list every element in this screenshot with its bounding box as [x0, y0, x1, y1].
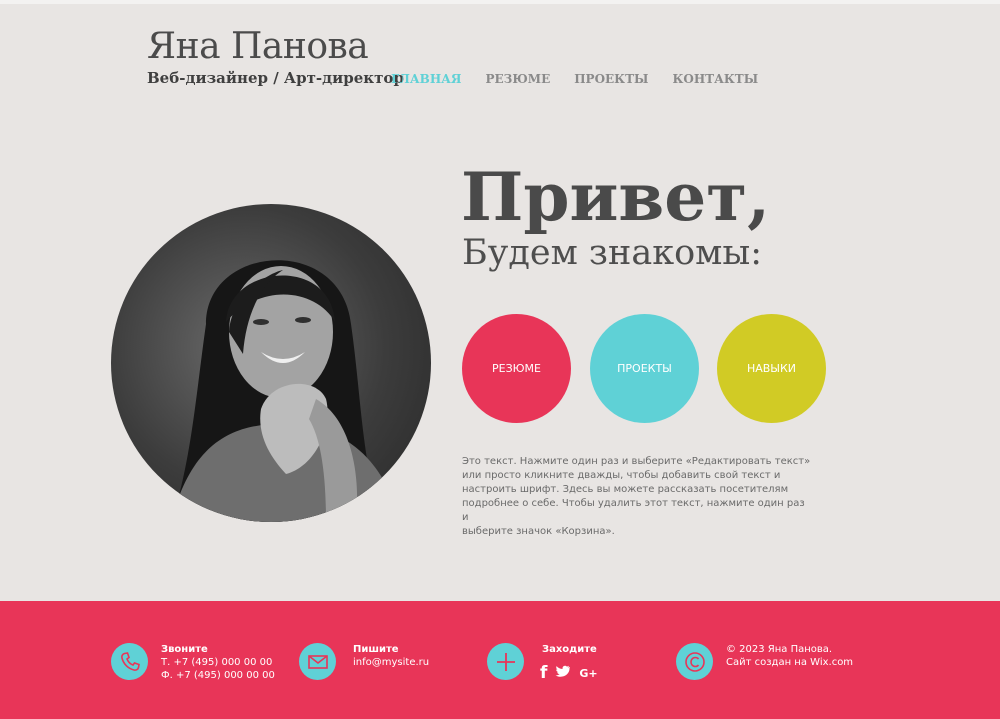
about-text: Это текст. Нажмите один раз и выберите «… — [462, 455, 812, 539]
copyright-icon — [676, 643, 713, 680]
skills-circle-button[interactable]: НАВЫКИ — [717, 314, 826, 423]
fax-number: Ф. +7 (495) 000 00 00 — [161, 670, 275, 681]
nav-item-home[interactable]: ГЛАВНАЯ — [391, 72, 462, 86]
about-line: Это текст. Нажмите один раз и выберите «… — [462, 456, 811, 467]
mail-icon[interactable] — [299, 643, 336, 680]
portrait-photo — [111, 204, 431, 522]
top-strip — [0, 0, 1000, 4]
copyright-line: © 2023 Яна Панова. — [726, 644, 833, 655]
about-line: настроить шрифт. Здесь вы можете рассказ… — [462, 484, 789, 495]
facebook-icon[interactable]: f — [540, 663, 547, 683]
main-nav: ГЛАВНАЯ РЕЗЮМЕ ПРОЕКТЫ КОНТАКТЫ — [391, 72, 782, 86]
site-title[interactable]: Яна Панова — [147, 26, 369, 67]
write-title: Пишите — [353, 644, 399, 655]
hero-subtitle: Будем знакомы: — [462, 233, 763, 273]
phone-number[interactable]: Т. +7 (495) 000 00 00 — [161, 657, 272, 668]
projects-circle-button[interactable]: ПРОЕКТЫ — [590, 314, 699, 423]
wix-credit[interactable]: Сайт создан на Wix.com — [726, 657, 853, 668]
site-tagline: Веб-дизайнер / Арт-директор — [147, 69, 404, 87]
phone-icon[interactable] — [111, 643, 148, 680]
plus-icon[interactable] — [487, 643, 524, 680]
visit-title: Заходите — [542, 644, 597, 655]
resume-circle-button[interactable]: РЕЗЮМЕ — [462, 314, 571, 423]
nav-item-contacts[interactable]: КОНТАКТЫ — [672, 72, 758, 86]
hero-title: Привет, — [461, 158, 771, 236]
nav-item-projects[interactable]: ПРОЕКТЫ — [574, 72, 648, 86]
google-plus-icon[interactable]: G+ — [579, 667, 597, 680]
about-line: подробнее о себе. Чтобы удалить этот тек… — [462, 498, 805, 523]
twitter-icon[interactable] — [555, 663, 571, 683]
nav-item-resume[interactable]: РЕЗЮМЕ — [486, 72, 551, 86]
about-line: или просто кликните дважды, чтобы добави… — [462, 470, 781, 481]
email-link[interactable]: info@mysite.ru — [353, 657, 429, 668]
call-title: Звоните — [161, 644, 208, 655]
social-links: f G+ — [540, 663, 606, 683]
portrait-illustration — [171, 260, 401, 522]
about-line: выберите значок «Корзина». — [462, 526, 615, 537]
footer: Звоните Т. +7 (495) 000 00 00 Ф. +7 (495… — [0, 601, 1000, 719]
